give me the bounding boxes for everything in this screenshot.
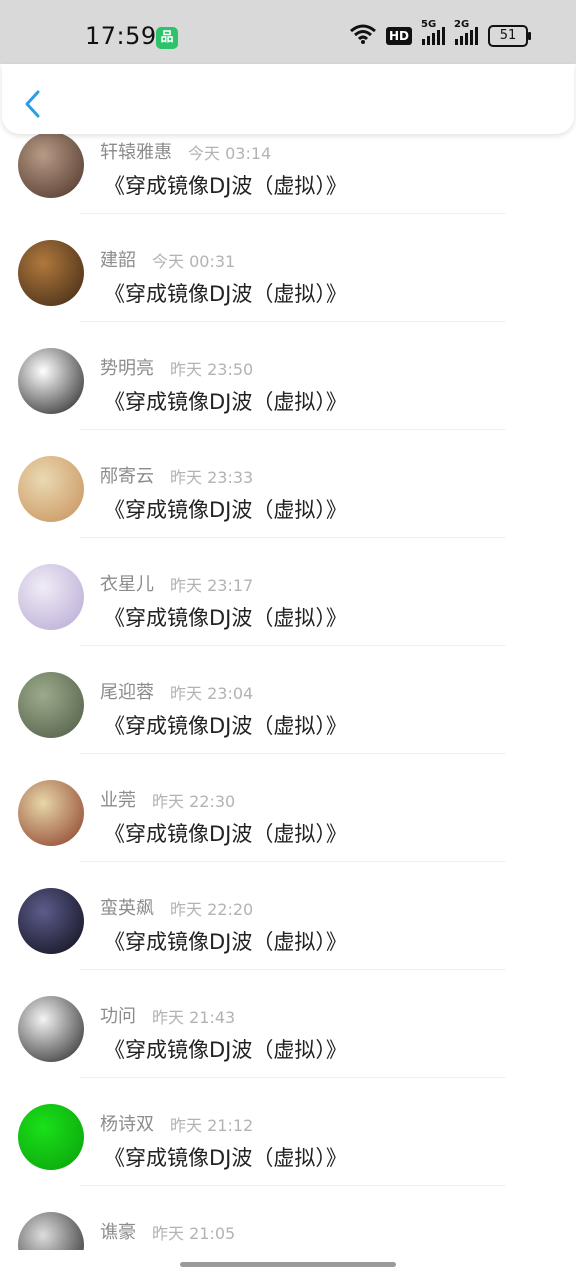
avatar[interactable]	[18, 780, 84, 846]
avatar[interactable]	[18, 1104, 84, 1170]
timestamp: 今天 00:31	[152, 252, 236, 271]
timestamp: 昨天 23:17	[170, 576, 254, 595]
avatar[interactable]	[18, 672, 84, 738]
timestamp: 昨天 21:12	[170, 1116, 254, 1135]
avatar[interactable]	[18, 348, 84, 414]
avatar[interactable]	[18, 456, 84, 522]
timestamp: 昨天 21:43	[152, 1008, 236, 1027]
signal-2g-icon: 2G	[454, 19, 478, 45]
back-button[interactable]	[20, 88, 46, 120]
user-name[interactable]: 杨诗双	[100, 1110, 154, 1136]
chevron-left-icon	[25, 90, 40, 118]
list-item[interactable]: 衣星儿 昨天 23:17 《穿成镜像DJ波（虚拟）》	[0, 538, 576, 646]
message-text: 《穿成镜像DJ波（虚拟）》	[104, 282, 347, 306]
signal-5g-icon: 5G	[421, 19, 445, 45]
avatar[interactable]	[18, 996, 84, 1062]
status-time: 17:59	[85, 22, 157, 50]
timestamp: 昨天 21:05	[152, 1224, 236, 1243]
list-item[interactable]: 尾迎蓉 昨天 23:04 《穿成镜像DJ波（虚拟）》	[0, 646, 576, 754]
message-text: 《穿成镜像DJ波（虚拟）》	[104, 1038, 347, 1062]
user-name[interactable]: 谯豪	[100, 1218, 136, 1244]
app-notification-icon: 品	[156, 27, 178, 49]
battery-icon: 51	[488, 25, 531, 47]
comment-list[interactable]: 轩辕雅惠 今天 03:14 《穿成镜像DJ波（虚拟）》 建韶 今天 00:31 《穿成镜像…	[0, 134, 576, 1250]
user-name[interactable]: 功问	[100, 1002, 136, 1028]
list-item[interactable]: 建韶 今天 00:31 《穿成镜像DJ波（虚拟）》	[0, 214, 576, 322]
timestamp: 昨天 23:33	[170, 468, 254, 487]
hd-voice-icon: HD	[385, 27, 412, 45]
list-item[interactable]: 谯豪 昨天 21:05	[0, 1186, 576, 1250]
timestamp: 昨天 22:30	[152, 792, 236, 811]
list-item[interactable]: 邴寄云 昨天 23:33 《穿成镜像DJ波（虚拟）》	[0, 430, 576, 538]
avatar[interactable]	[18, 888, 84, 954]
signal-2g-label: 2G	[454, 19, 470, 30]
system-icons: HD 5G 2G 51	[350, 19, 531, 48]
home-indicator[interactable]	[180, 1262, 396, 1267]
timestamp: 昨天 22:20	[170, 900, 254, 919]
message-text: 《穿成镜像DJ波（虚拟）》	[104, 930, 347, 954]
list-item[interactable]: 功问 昨天 21:43 《穿成镜像DJ波（虚拟）》	[0, 970, 576, 1078]
avatar[interactable]	[18, 1212, 84, 1250]
avatar[interactable]	[18, 134, 84, 198]
message-text: 《穿成镜像DJ波（虚拟）》	[104, 498, 347, 522]
user-name[interactable]: 尾迎蓉	[100, 678, 154, 704]
signal-5g-label: 5G	[421, 19, 437, 30]
list-item[interactable]: 势明亮 昨天 23:50 《穿成镜像DJ波（虚拟）》	[0, 322, 576, 430]
user-name[interactable]: 蛮英飙	[100, 894, 154, 920]
list-item[interactable]: 业莞 昨天 22:30 《穿成镜像DJ波（虚拟）》	[0, 754, 576, 862]
message-text: 《穿成镜像DJ波（虚拟）》	[104, 822, 347, 846]
list-item[interactable]: 蛮英飙 昨天 22:20 《穿成镜像DJ波（虚拟）》	[0, 862, 576, 970]
user-name[interactable]: 业莞	[100, 786, 136, 812]
message-text: 《穿成镜像DJ波（虚拟）》	[104, 714, 347, 738]
message-text: 《穿成镜像DJ波（虚拟）》	[104, 174, 347, 198]
user-name[interactable]: 势明亮	[100, 354, 154, 380]
avatar[interactable]	[18, 564, 84, 630]
timestamp: 昨天 23:04	[170, 684, 254, 703]
avatar[interactable]	[18, 240, 84, 306]
message-text: 《穿成镜像DJ波（虚拟）》	[104, 606, 347, 630]
user-name[interactable]: 轩辕雅惠	[100, 138, 172, 164]
list-item[interactable]: 轩辕雅惠 今天 03:14 《穿成镜像DJ波（虚拟）》	[0, 134, 576, 214]
timestamp: 昨天 23:50	[170, 360, 254, 379]
user-name[interactable]: 衣星儿	[100, 570, 154, 596]
wifi-icon	[350, 24, 376, 48]
nav-bar	[2, 64, 574, 134]
timestamp: 今天 03:14	[188, 144, 272, 163]
list-item[interactable]: 杨诗双 昨天 21:12 《穿成镜像DJ波（虚拟）》	[0, 1078, 576, 1186]
message-text: 《穿成镜像DJ波（虚拟）》	[104, 390, 347, 414]
status-bar: 17:59 品 HD 5G 2G 51	[0, 0, 576, 64]
user-name[interactable]: 邴寄云	[100, 462, 154, 488]
user-name[interactable]: 建韶	[100, 246, 136, 272]
message-text: 《穿成镜像DJ波（虚拟）》	[104, 1146, 347, 1170]
